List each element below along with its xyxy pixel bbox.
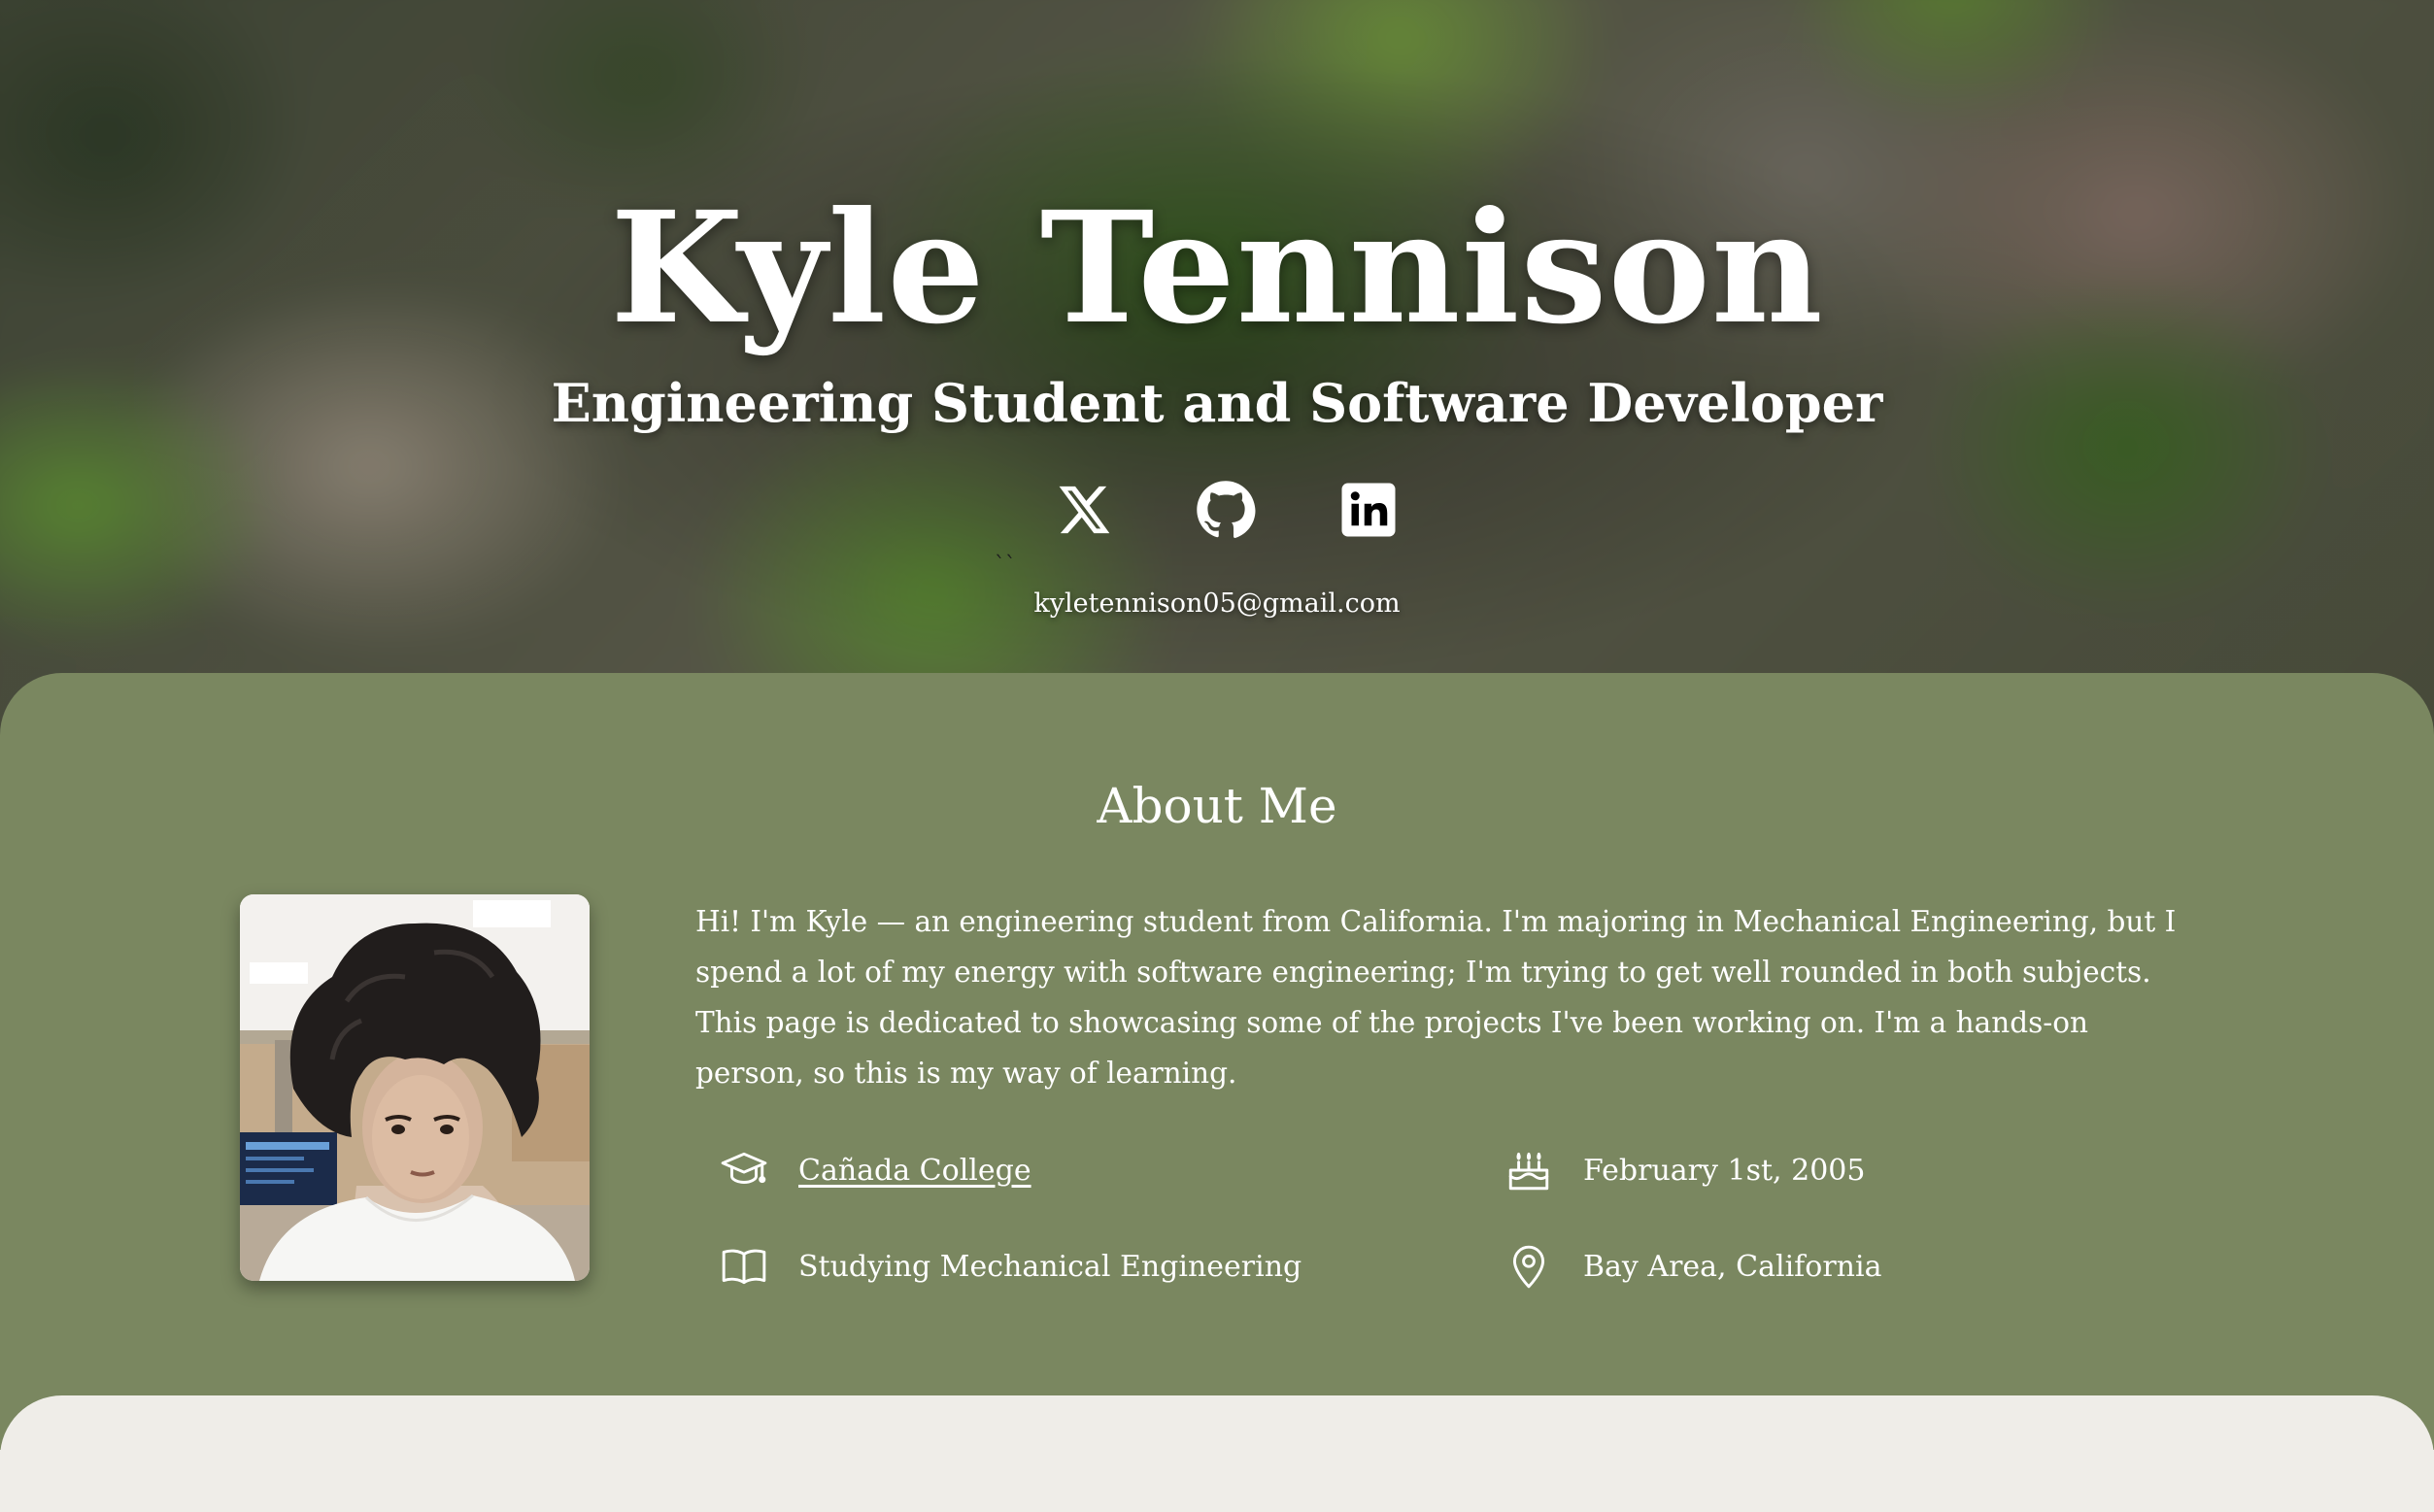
major-label: Studying Mechanical Engineering bbox=[798, 1249, 1302, 1284]
github-icon bbox=[1197, 481, 1256, 538]
about-text: Hi! I'm Kyle — an engineering student fr… bbox=[695, 905, 2177, 1090]
graduation-cap-icon bbox=[719, 1145, 769, 1195]
fact-location: Bay Area, California bbox=[1504, 1237, 1881, 1295]
hero-email: kyletennison05@gmail.com bbox=[1033, 588, 1401, 619]
github-link[interactable] bbox=[1192, 476, 1260, 544]
fact-school: Cañada College bbox=[719, 1141, 1031, 1199]
fact-birthday: February 1st, 2005 bbox=[1504, 1141, 1865, 1199]
birthday-label: February 1st, 2005 bbox=[1583, 1153, 1866, 1188]
x-twitter-link[interactable] bbox=[1049, 476, 1117, 544]
profile-photo bbox=[240, 894, 590, 1281]
fact-major: Studying Mechanical Engineering bbox=[719, 1237, 1302, 1295]
linkedin-icon bbox=[1341, 483, 1396, 537]
next-section bbox=[0, 1395, 2434, 1512]
social-links bbox=[1049, 476, 1399, 544]
about-facts: Cañada College Studying Mechanical Engin… bbox=[719, 1141, 2273, 1335]
map-pin-icon bbox=[1504, 1241, 1554, 1292]
profile-photo-image bbox=[240, 894, 590, 1281]
linkedin-link[interactable] bbox=[1335, 476, 1403, 544]
hero-section: Kyle Tennison Engineering Student and So… bbox=[0, 0, 2434, 738]
about-title: About Me bbox=[1097, 778, 1337, 834]
hero-content: Kyle Tennison Engineering Student and So… bbox=[0, 0, 2434, 680]
hero-subtitle: Engineering Student and Software Develop… bbox=[551, 372, 1883, 434]
hero-name: Kyle Tennison bbox=[610, 179, 1824, 358]
location-label: Bay Area, California bbox=[1583, 1249, 1882, 1284]
school-link[interactable]: Cañada College bbox=[798, 1154, 1031, 1188]
about-section: About Me Hi! I'm Kyle — an engineering s… bbox=[0, 673, 2434, 1450]
book-icon bbox=[719, 1241, 769, 1292]
x-twitter-icon bbox=[1059, 486, 1110, 534]
cake-icon bbox=[1504, 1145, 1554, 1195]
stray-backtick-mark: `` bbox=[995, 554, 1016, 578]
